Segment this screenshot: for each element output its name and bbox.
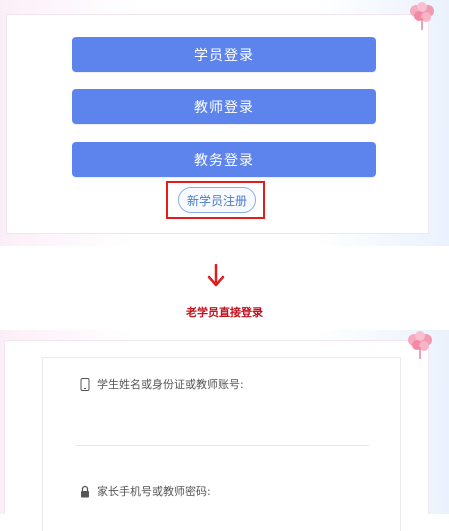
returning-student-caption: 老学员直接登录 — [186, 306, 263, 319]
password-field[interactable]: 家长手机号或教师密码: — [79, 483, 211, 499]
password-field-label: 家长手机号或教师密码: — [97, 485, 211, 498]
down-arrow-icon — [207, 264, 225, 287]
staff-login-button[interactable]: 教务登录 — [72, 142, 376, 177]
phone-icon — [80, 377, 90, 391]
login-options-panel: 学员登录 教师登录 教务登录 新学员注册 — [0, 0, 449, 246]
login-form-panel: 学生姓名或身份证或教师账号: 家长手机号或教师密码: — [0, 330, 449, 531]
register-button[interactable]: 新学员注册 — [178, 187, 256, 213]
account-field[interactable]: 学生姓名或身份证或教师账号: — [79, 376, 244, 392]
student-login-button[interactable]: 学员登录 — [72, 37, 376, 72]
login-form-background: 学生姓名或身份证或教师账号: 家长手机号或教师密码: — [4, 340, 429, 531]
flower-decoration-icon — [410, 2, 434, 30]
login-form-card: 学生姓名或身份证或教师账号: 家长手机号或教师密码: — [42, 357, 401, 531]
flower-decoration-icon — [408, 331, 432, 359]
lock-icon — [81, 485, 89, 497]
field-divider — [76, 445, 369, 446]
teacher-login-button[interactable]: 教师登录 — [72, 89, 376, 124]
account-field-label: 学生姓名或身份证或教师账号: — [97, 378, 244, 391]
